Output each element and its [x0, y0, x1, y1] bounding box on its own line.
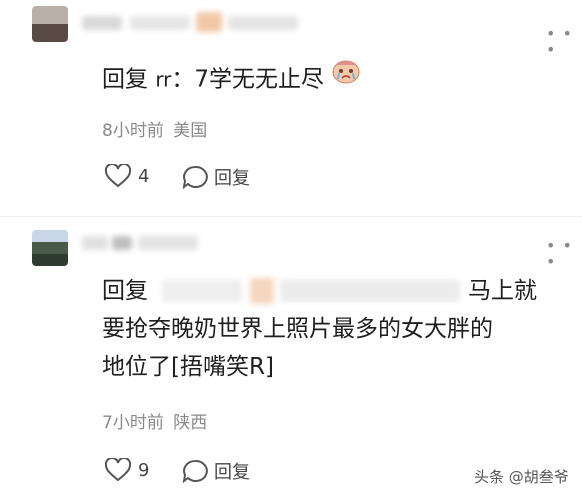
mention-blurred[interactable]: [162, 276, 462, 306]
comment-body: ：7学无无止尽: [171, 66, 325, 93]
more-options-icon[interactable]: • • •: [546, 238, 582, 270]
comment-body-part3: 地位了[捂嘴笑R]: [102, 354, 274, 380]
comment-bubble-icon: [182, 459, 208, 483]
location: 美国: [173, 121, 208, 141]
comment-text: 回复 rr：7学无无止尽: [102, 60, 361, 100]
avatar[interactable]: [32, 230, 68, 266]
comment-bubble-icon: [182, 165, 208, 189]
mention[interactable]: rr: [155, 68, 171, 92]
reply-label: 回复: [214, 168, 250, 189]
like-button[interactable]: 9: [104, 458, 149, 482]
comment-body-part2: 要抢夺晚奶世界上照片最多的女大胖的: [102, 316, 493, 342]
crying-face-icon: [331, 57, 361, 97]
like-count: 4: [138, 165, 150, 187]
comment-meta: 7小时前 陕西: [102, 412, 207, 434]
timestamp: 8小时前: [102, 121, 164, 141]
reply-label: 回复: [214, 462, 250, 483]
divider: [0, 216, 582, 217]
location: 陕西: [173, 413, 208, 433]
like-count: 9: [138, 459, 150, 481]
more-options-icon[interactable]: • • •: [546, 26, 582, 58]
heart-icon: [104, 164, 132, 188]
reply-button[interactable]: 回复: [182, 458, 250, 484]
timestamp: 7小时前: [102, 413, 164, 433]
heart-icon: [104, 458, 132, 482]
avatar[interactable]: [32, 6, 68, 42]
watermark: 头条 @胡叁爷: [474, 468, 569, 486]
username-blurred[interactable]: [82, 234, 202, 252]
like-button[interactable]: 4: [104, 164, 149, 188]
comment-text: 回复 马上就 要抢夺晚奶世界上照片最多的女大胖的 地位了[捂嘴笑R]: [102, 272, 572, 386]
reply-prefix: 回复: [102, 66, 148, 93]
reply-prefix: 回复: [102, 278, 148, 304]
reply-button[interactable]: 回复: [182, 164, 250, 190]
username-blurred[interactable]: [82, 12, 332, 32]
comment-body-part1: 马上就: [468, 278, 537, 304]
comment-meta: 8小时前 美国: [102, 120, 207, 142]
